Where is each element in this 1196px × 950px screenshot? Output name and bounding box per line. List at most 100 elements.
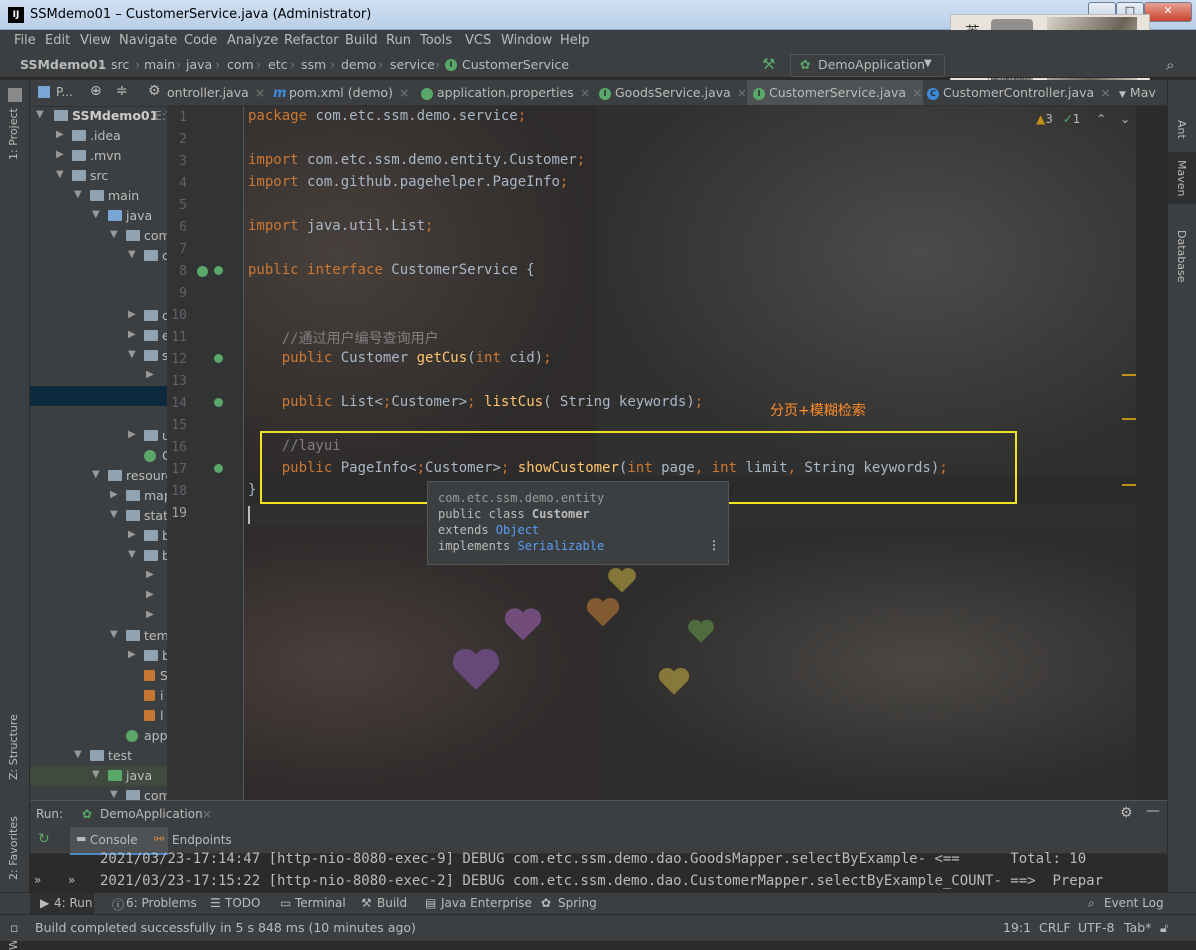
favorites-tool-button[interactable]: 2: Favorites (7, 816, 20, 880)
structure-tool-button[interactable]: Z: Structure (7, 714, 20, 780)
lock-icon[interactable]: 🔓︎ (1160, 920, 1168, 936)
todo-tool-button[interactable]: TODO (225, 896, 260, 910)
problems-tool-button[interactable]: 6: Problems (126, 896, 197, 910)
tree-item[interactable]: ▼static (30, 506, 167, 526)
tree-item[interactable]: l (30, 706, 167, 726)
rerun-icon[interactable]: ↻ (38, 831, 50, 847)
tab-goods-service[interactable]: I GoodsService.java × (599, 80, 747, 105)
implemented-gutter-icon[interactable] (214, 464, 223, 473)
build-tool-button[interactable]: Build (377, 896, 407, 910)
breadcrumb-service[interactable]: service (390, 57, 435, 72)
tree-item[interactable]: ▶ c (30, 306, 167, 326)
breadcrumb-class[interactable]: CustomerService (462, 57, 569, 72)
chevron-down-icon[interactable]: ⌄ (1120, 112, 1130, 126)
doc-link-object[interactable]: Object (496, 523, 539, 537)
collapse-icon[interactable]: ≑ (116, 83, 128, 99)
menu-analyze[interactable]: Analyze (227, 33, 278, 48)
implemented-gutter-icon[interactable] (214, 354, 223, 363)
search-icon[interactable]: ⌕ (1166, 56, 1174, 74)
breadcrumb-src[interactable]: src (111, 57, 129, 72)
tab-overflow[interactable]: ▼ Mav (1119, 80, 1167, 105)
file-encoding[interactable]: UTF-8 (1078, 920, 1114, 935)
menu-build[interactable]: Build (345, 33, 378, 48)
ant-tool-button[interactable]: Ant (1175, 120, 1188, 139)
tree-item[interactable]: ▼ c (30, 246, 167, 266)
event-log-button[interactable]: Event Log (1104, 896, 1164, 910)
tab-pom[interactable]: m pom.xml (demo) × (273, 80, 413, 105)
gear-icon[interactable]: ⚙ (1120, 805, 1133, 821)
tree-item[interactable]: i (30, 686, 167, 706)
implemented-gutter-icon[interactable] (214, 398, 223, 407)
breadcrumb-demo[interactable]: demo (341, 57, 376, 72)
tree-item[interactable]: ▼templates (30, 626, 167, 646)
tree-item[interactable]: ▼ java (30, 766, 167, 786)
breadcrumb-etc[interactable]: etc (268, 57, 287, 72)
spring-tool-button[interactable]: Spring (558, 896, 597, 910)
status-message[interactable]: Build completed successfully in 5 s 848 … (35, 920, 416, 935)
menu-tools[interactable]: Tools (420, 33, 452, 48)
maven-tool-button[interactable]: Maven (1175, 160, 1188, 196)
run-tool-button[interactable]: 4: Run (54, 896, 93, 910)
java-enterprise-tool-button[interactable]: Java Enterprise (441, 896, 532, 910)
warning-stripe-mark[interactable] (1122, 484, 1136, 486)
tree-item[interactable]: ▶ (30, 606, 167, 626)
close-window-button[interactable]: ✕ (1144, 2, 1192, 22)
menu-window[interactable]: Window (501, 33, 552, 48)
close-icon[interactable]: × (202, 807, 212, 821)
project-tool-button[interactable]: 1: Project (7, 108, 20, 160)
menu-vcs[interactable]: VCS (465, 33, 491, 48)
tab-customer-service[interactable]: I CustomerService.java × (747, 80, 923, 105)
gear-icon[interactable]: ⚙ (148, 83, 161, 99)
breadcrumb-java[interactable]: java (186, 57, 212, 72)
implementation-gutter-icon[interactable] (197, 266, 208, 277)
tree-item[interactable]: ▶ (30, 366, 167, 386)
menu-refactor[interactable]: Refactor (284, 33, 339, 48)
expand-icon[interactable]: » (68, 873, 75, 887)
tree-item[interactable]: S (30, 666, 167, 686)
warning-stripe-mark[interactable] (1122, 418, 1136, 420)
breadcrumb-ssm[interactable]: ssm (301, 57, 326, 72)
hammer-build-icon[interactable]: ⚒ (762, 55, 775, 73)
menu-help[interactable]: Help (560, 33, 590, 48)
database-tool-button[interactable]: Database (1175, 230, 1188, 283)
tree-item[interactable]: ▼ java (30, 206, 167, 226)
tree-item[interactable]: ▶ u (30, 426, 167, 446)
implemented-gutter-icon[interactable] (214, 266, 223, 275)
tree-item[interactable]: ▶ e (30, 326, 167, 346)
tree-item[interactable]: ▶ (30, 586, 167, 606)
project-view-selector[interactable]: P... (56, 85, 73, 99)
tree-item[interactable]: ▶ .idea (30, 126, 167, 146)
tab-controller[interactable]: ontroller.java × (167, 80, 265, 105)
doc-link-serializable[interactable]: Serializable (517, 539, 604, 553)
breadcrumb-main[interactable]: main (144, 57, 175, 72)
menu-edit[interactable]: Edit (45, 33, 70, 48)
tree-item[interactable]: ▶ b (30, 526, 167, 546)
run-config-tab[interactable]: DemoApplication (100, 807, 203, 821)
menu-file[interactable]: File (14, 33, 36, 48)
chevron-up-icon[interactable]: ⌃ (1096, 112, 1106, 126)
menu-code[interactable]: Code (184, 33, 217, 48)
tree-item-selected[interactable] (30, 386, 167, 406)
terminal-tool-button[interactable]: Terminal (295, 896, 346, 910)
tree-item[interactable]: ▼ src (30, 166, 167, 186)
warning-stripe-mark[interactable] (1122, 374, 1136, 376)
tree-item[interactable]: ▼ b (30, 546, 167, 566)
inspection-widget[interactable]: ▲3 ✓1 ⌃ ⌄ (1036, 112, 1130, 126)
tree-item[interactable]: C (30, 446, 167, 466)
tree-item[interactable]: ▶ .mvn (30, 146, 167, 166)
tree-item[interactable]: application (30, 726, 167, 746)
caret-position[interactable]: 19:1 (1003, 920, 1031, 935)
menu-run[interactable]: Run (386, 33, 411, 48)
tab-application-properties[interactable]: application.properties × (421, 80, 591, 105)
menu-view[interactable]: View (80, 33, 111, 48)
tab-customer-controller[interactable]: C CustomerController.java × (927, 80, 1117, 105)
breadcrumb-project[interactable]: SSMdemo01 (20, 57, 106, 72)
target-icon[interactable]: ⊕ (90, 83, 102, 99)
indent-setting[interactable]: Tab* (1124, 920, 1151, 935)
menu-navigate[interactable]: Navigate (119, 33, 177, 48)
breadcrumb-com[interactable]: com (227, 57, 254, 72)
tree-item[interactable]: ▼ com (30, 786, 167, 800)
tree-item[interactable]: ▶mapper (30, 486, 167, 506)
minimize-icon[interactable]: — (1146, 803, 1160, 819)
tree-item[interactable]: ▶ b (30, 646, 167, 666)
